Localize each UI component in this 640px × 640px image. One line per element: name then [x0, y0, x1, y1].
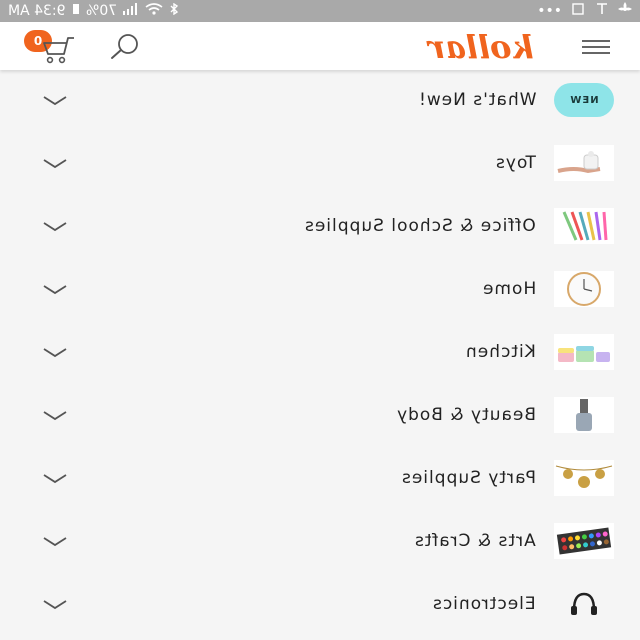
status-left: 9:34 AM 70%	[8, 2, 179, 19]
category-label: Home	[481, 279, 536, 299]
signal-icon	[122, 3, 139, 19]
chevron-down-icon[interactable]	[42, 283, 68, 297]
chevron-down-icon[interactable]	[42, 220, 68, 234]
cart-icon	[43, 37, 74, 64]
battery-icon	[72, 3, 80, 19]
status-right: •••	[537, 2, 632, 20]
chevron-down-icon[interactable]	[42, 409, 68, 423]
category-row-party-supplies[interactable]: Party Supplies	[0, 448, 640, 511]
notification-dots: •••	[537, 3, 562, 19]
containers-thumbnail	[554, 334, 614, 370]
category-label: Arts & Crafts	[414, 531, 536, 551]
category-list: What's New! NEW Toys Office & School Sup…	[0, 70, 640, 637]
wifi-icon	[145, 3, 163, 19]
menu-icon	[582, 40, 610, 54]
chevron-down-icon[interactable]	[42, 535, 68, 549]
category-label: What's New!	[417, 90, 537, 110]
chevron-down-icon[interactable]	[42, 472, 68, 486]
hamburger-menu-button[interactable]	[578, 36, 614, 58]
pens-thumbnail	[554, 208, 614, 244]
status-time: 9:34 AM	[8, 3, 66, 19]
party-thumbnail	[554, 460, 614, 496]
text-t-icon	[596, 3, 608, 19]
search-button[interactable]	[104, 32, 144, 60]
clock-thumbnail	[554, 271, 614, 307]
category-row-kitchen[interactable]: Kitchen	[0, 322, 640, 385]
fan-icon	[618, 2, 632, 20]
clipboard-icon	[572, 3, 586, 19]
new-badge: NEW	[554, 83, 614, 117]
kollar-logo[interactable]: kollar	[405, 28, 557, 66]
category-label: Kitchen	[465, 342, 536, 362]
cart-button[interactable]: 0	[22, 28, 78, 64]
chevron-down-icon[interactable]	[42, 157, 68, 171]
category-row-electronics[interactable]: Electronics	[0, 574, 640, 637]
category-label: Party Supplies	[401, 468, 536, 488]
category-row-home[interactable]: Home	[0, 259, 640, 322]
status-bar: 9:34 AM 70% •••	[0, 0, 640, 22]
app-header: 0 kollar	[0, 22, 640, 70]
nail-polish-thumbnail	[554, 397, 614, 433]
bluetooth-icon	[169, 2, 179, 19]
headphones-icon	[554, 586, 614, 622]
category-row-beauty-body[interactable]: Beauty & Body	[0, 385, 640, 448]
new-badge-thumbnail: NEW	[554, 82, 614, 118]
chevron-down-icon[interactable]	[42, 346, 68, 360]
category-label: Beauty & Body	[395, 405, 536, 425]
category-row-arts-crafts[interactable]: Arts & Crafts	[0, 511, 640, 574]
category-label: Electronics	[432, 594, 536, 614]
paint-palette-thumbnail	[554, 523, 614, 559]
category-row-toys[interactable]: Toys	[0, 133, 640, 196]
chevron-down-icon[interactable]	[42, 598, 68, 612]
battery-percent: 70%	[85, 3, 117, 19]
category-label: Office & School Supplies	[304, 216, 536, 236]
chevron-down-icon[interactable]	[42, 94, 68, 108]
category-row-office-school[interactable]: Office & School Supplies	[0, 196, 640, 259]
search-icon	[111, 34, 138, 59]
category-row-whats-new[interactable]: What's New! NEW	[0, 70, 640, 133]
category-label: Toys	[495, 153, 536, 173]
toy-thumbnail	[554, 145, 614, 181]
